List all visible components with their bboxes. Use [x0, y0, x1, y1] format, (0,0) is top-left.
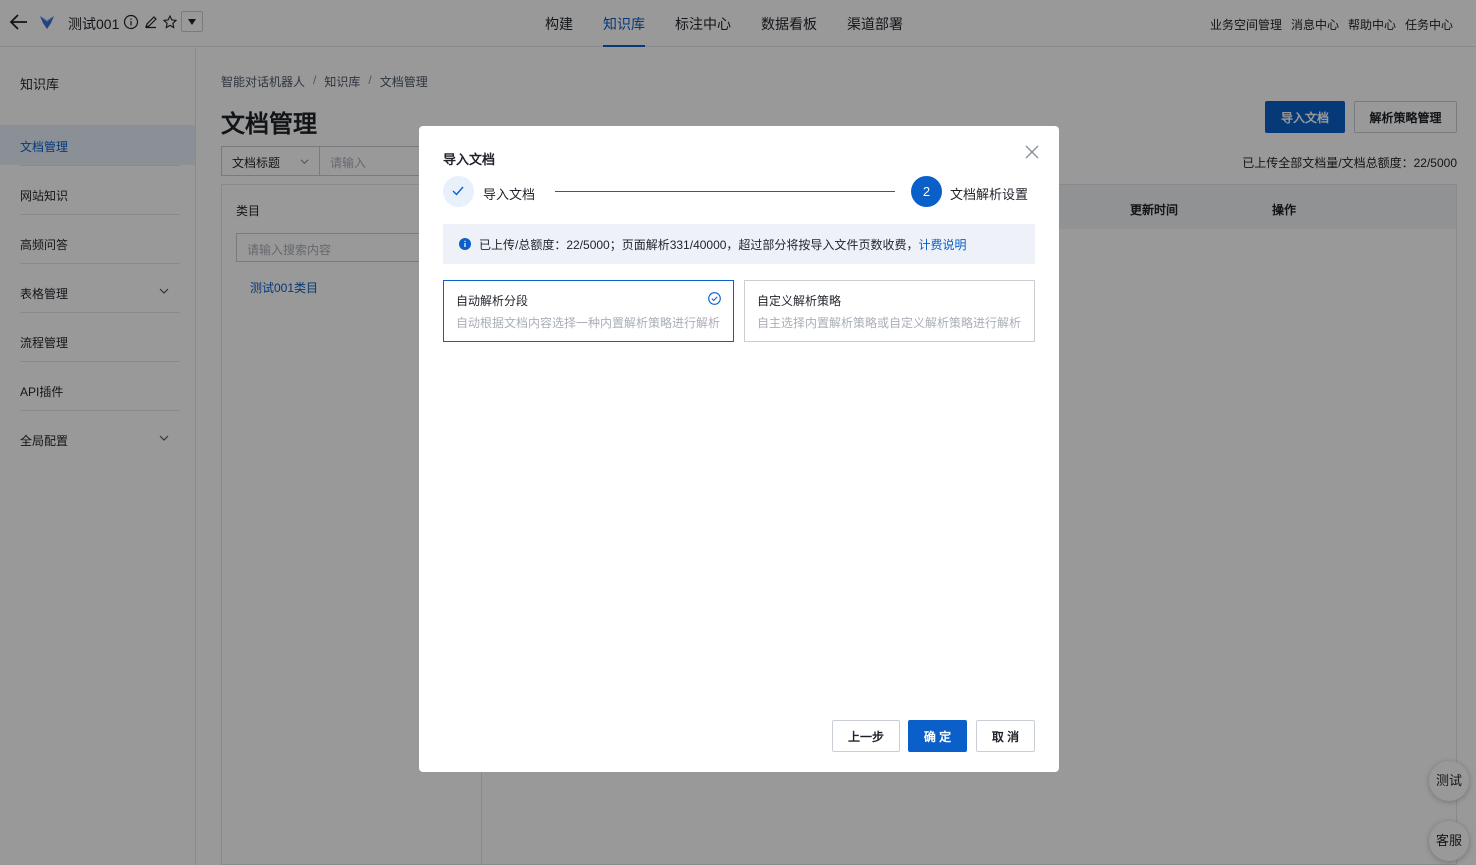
step-2-label: 文档解析设置	[950, 187, 1029, 202]
step-1-label: 导入文档	[483, 187, 536, 202]
modal-title: 导入文档	[443, 152, 496, 167]
quota-info-text: 已上传/总额度：22/5000；页面解析331/40000，超过部分将按导入文件…	[479, 238, 919, 252]
billing-info-link[interactable]: 计费说明	[918, 238, 966, 252]
option-description: 自主选择内置解析策略或自定义解析策略进行解析	[757, 316, 1022, 330]
option-description: 自动根据文档内容选择一种内置解析策略进行解析	[456, 316, 721, 330]
option-title: 自动解析分段	[456, 294, 529, 308]
check-circle-icon	[708, 292, 721, 305]
cancel-button[interactable]: 取 消	[976, 720, 1035, 752]
step-connector-line	[555, 191, 895, 192]
option-custom-strategy[interactable]: 自定义解析策略 自主选择内置解析策略或自定义解析策略进行解析	[744, 280, 1035, 342]
close-icon[interactable]	[1025, 145, 1039, 159]
step-2-current: 2	[911, 176, 942, 207]
previous-step-button[interactable]: 上一步	[832, 720, 900, 752]
info-circle-icon	[459, 238, 471, 250]
step-1-done	[443, 176, 474, 207]
option-title: 自定义解析策略	[757, 294, 842, 308]
check-icon	[452, 186, 464, 196]
quota-info-bar: 已上传/总额度：22/5000；页面解析331/40000，超过部分将按导入文件…	[443, 224, 1035, 264]
import-document-modal: 导入文档 导入文档 2 文档解析设置 已上传/总额度：22/5000；页面解析3…	[419, 126, 1059, 772]
option-auto-parse[interactable]: 自动解析分段 自动根据文档内容选择一种内置解析策略进行解析	[443, 280, 734, 342]
confirm-button[interactable]: 确 定	[908, 720, 967, 752]
